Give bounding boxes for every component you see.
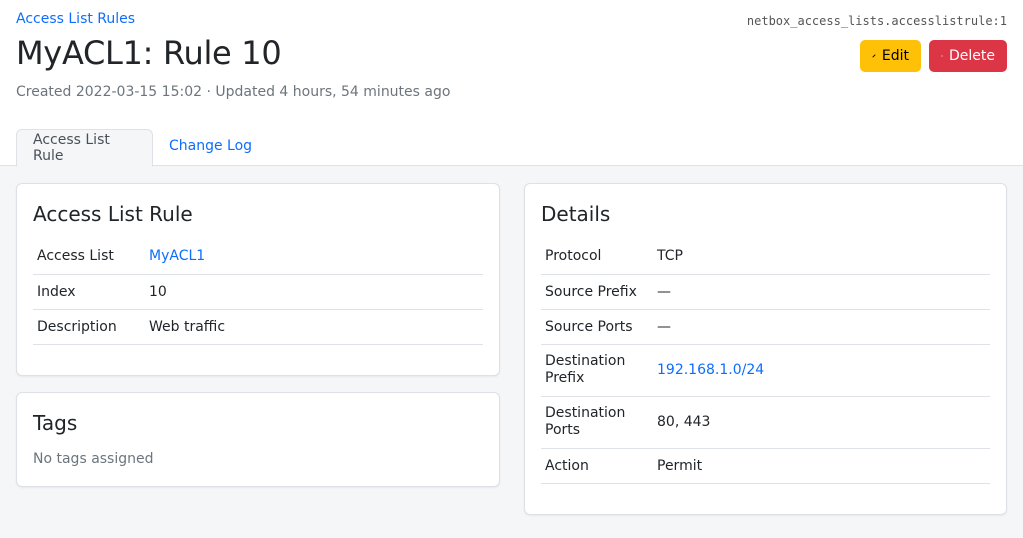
created-updated-meta: Created 2022-03-15 15:02 · Updated 4 hou…: [16, 84, 451, 100]
row-label: Action: [541, 448, 653, 484]
breadcrumb-access-list-rules[interactable]: Access List Rules: [16, 11, 135, 27]
edit-button[interactable]: Edit: [860, 40, 921, 72]
no-tags-text: No tags assigned: [33, 451, 154, 467]
row-label: Protocol: [541, 239, 653, 275]
card-title: Access List Rule: [33, 202, 193, 226]
details-card: Details Protocol TCP Source Prefix — Sou…: [524, 183, 1007, 515]
page-header: Access List Rules netbox_access_lists.ac…: [0, 0, 1023, 167]
tab-access-list-rule[interactable]: Access List Rule: [16, 129, 153, 167]
details-table: Protocol TCP Source Prefix — Source Port…: [541, 239, 990, 484]
table-row: Source Prefix —: [541, 274, 990, 310]
row-value: —: [653, 274, 990, 310]
rule-attributes-table: Access List MyACL1 Index 10 Description …: [33, 239, 483, 345]
edit-button-label: Edit: [881, 48, 909, 64]
row-value: 10: [145, 274, 483, 310]
row-label: Destination Prefix: [541, 344, 653, 397]
access-list-rule-card: Access List Rule Access List MyACL1 Inde…: [16, 183, 500, 376]
table-row: Destination Prefix 192.168.1.0/24: [541, 344, 990, 397]
row-value: —: [653, 309, 990, 345]
table-row: Protocol TCP: [541, 239, 990, 275]
row-label: Source Prefix: [541, 274, 653, 310]
table-row: Index 10: [33, 274, 483, 310]
delete-button-label: Delete: [949, 48, 995, 64]
pencil-icon: [872, 54, 876, 58]
card-title: Tags: [33, 411, 78, 435]
trash-icon: [941, 55, 943, 57]
row-label: Source Ports: [541, 309, 653, 345]
page-title: MyACL1: Rule 10: [16, 34, 282, 72]
card-title: Details: [541, 202, 611, 226]
row-label: Description: [33, 309, 145, 345]
access-list-link[interactable]: MyACL1: [149, 248, 205, 264]
row-value: Web traffic: [145, 309, 483, 345]
row-value: TCP: [653, 239, 990, 275]
tags-card: Tags No tags assigned: [16, 392, 500, 487]
delete-button[interactable]: Delete: [929, 40, 1007, 72]
row-label: Access List: [33, 239, 145, 275]
table-row: Destination Ports 80, 443: [541, 396, 990, 449]
tab-change-log[interactable]: Change Log: [153, 127, 268, 165]
row-value: 80, 443: [653, 396, 990, 449]
table-row: Description Web traffic: [33, 309, 483, 345]
object-identifier: netbox_access_lists.accesslistrule:1: [746, 14, 1007, 28]
destination-prefix-link[interactable]: 192.168.1.0/24: [657, 362, 764, 378]
row-label: Destination Ports: [541, 396, 653, 449]
table-row: Access List MyACL1: [33, 239, 483, 275]
row-value: Permit: [653, 448, 990, 484]
table-row: Action Permit: [541, 448, 990, 484]
row-label: Index: [33, 274, 145, 310]
table-row: Source Ports —: [541, 309, 990, 345]
